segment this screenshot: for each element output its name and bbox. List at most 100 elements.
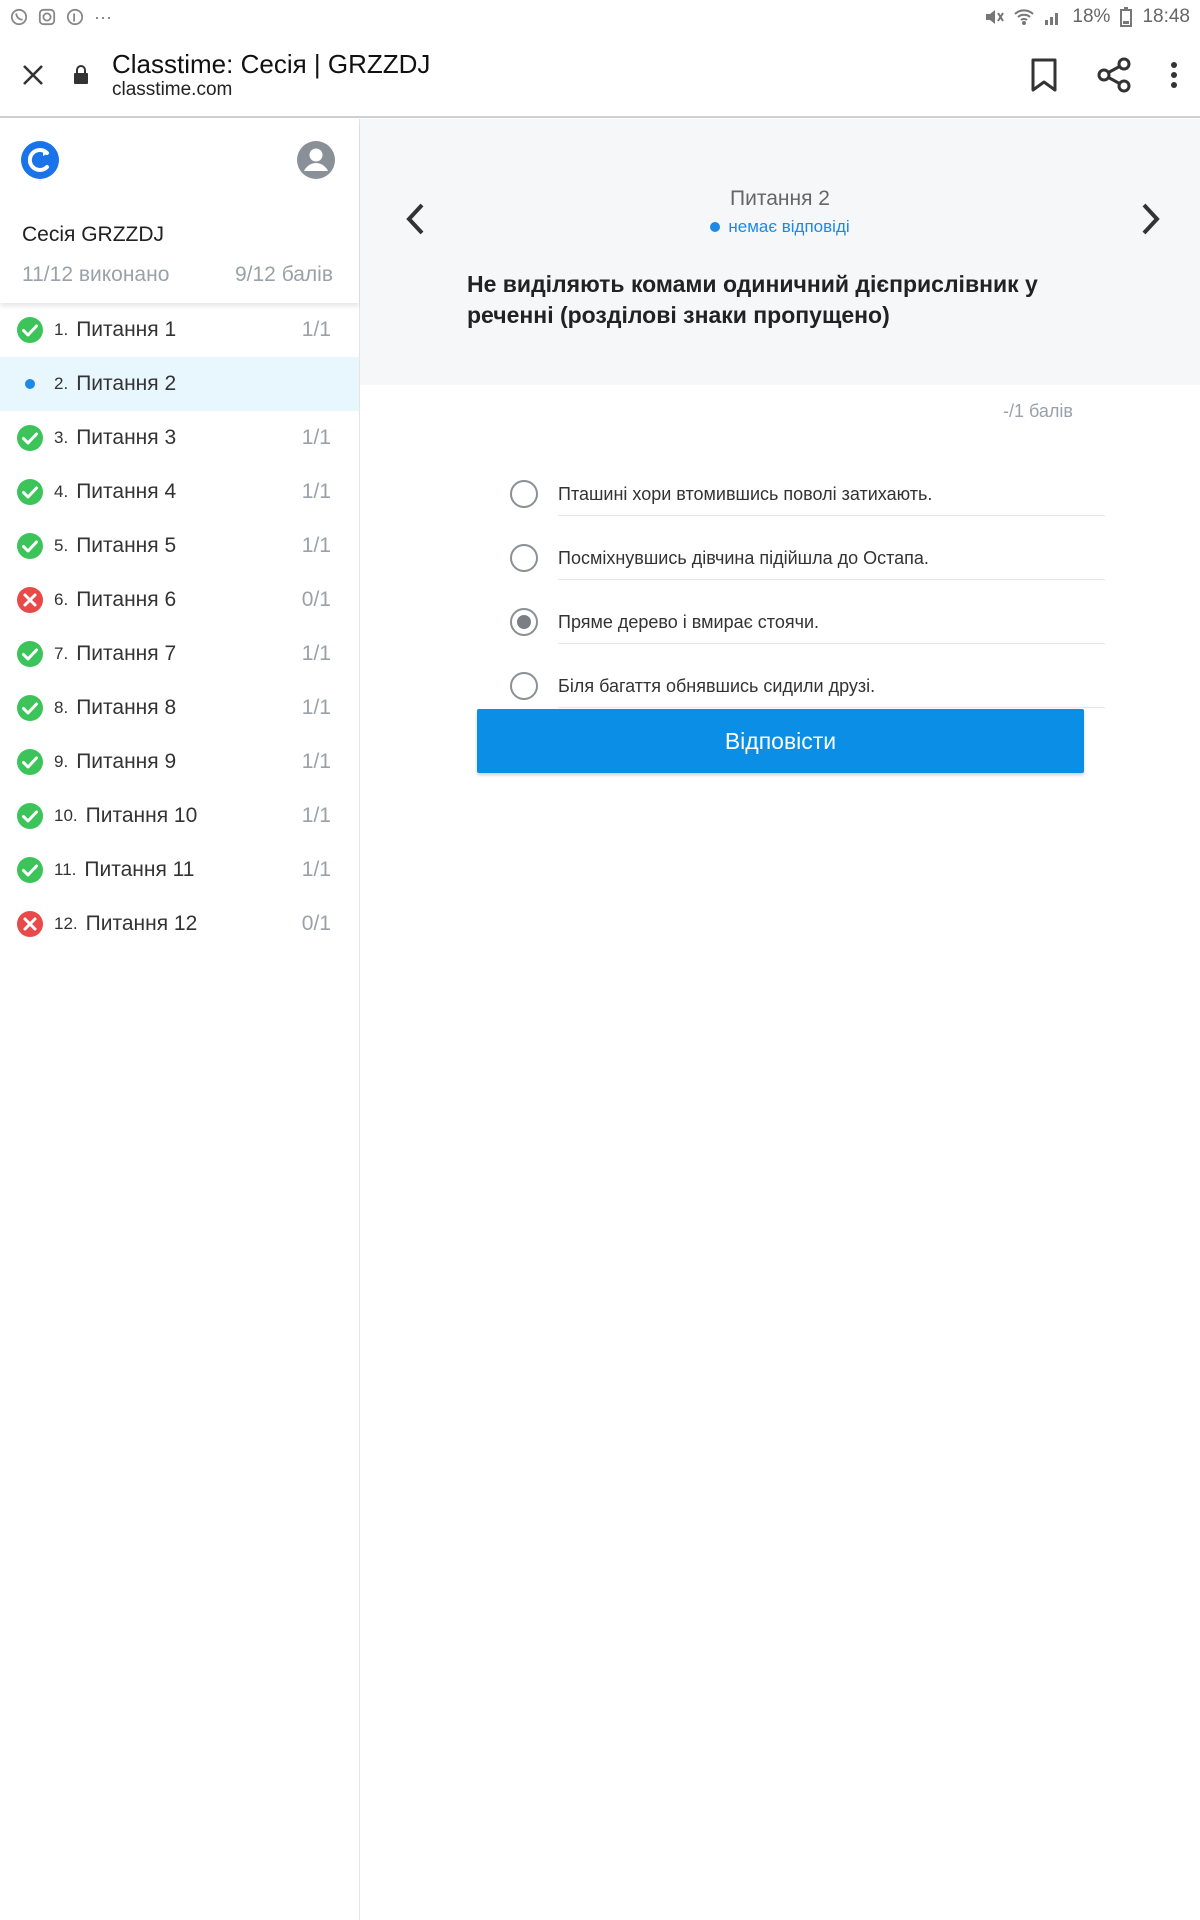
close-tab-button[interactable] [0,33,66,117]
question-score: 1/1 [301,858,331,881]
question-panel: Питання 2 немає відповіді Не виділяють к… [360,119,1200,1920]
answer-option[interactable]: Посміхнувшись дівчина підійшла до Остапа… [510,526,1105,590]
session-progress: 11/12 виконано 9/12 балів [22,263,333,287]
session-name: Сесія GRZZDJ [22,223,165,246]
option-text: Біля багаття обнявшись сидили друзі. [558,664,1105,708]
question-number: 4. [54,482,69,501]
status-bar: ··· 18% 18:48 [0,0,1200,34]
question-score: 1/1 [301,318,331,341]
question-score: 1/1 [301,750,331,773]
more-vert-icon[interactable] [1170,61,1178,89]
question-label: Питання 10 [85,804,198,827]
answer-option[interactable]: Пташині хори втомившись поволі затихають… [510,462,1105,526]
answer-options: Пташині хори втомившись поволі затихають… [510,462,1105,718]
status-left: ··· [10,7,112,28]
check-circle-icon [16,748,44,776]
option-text: Пташині хори втомившись поволі затихають… [558,472,1105,516]
question-number: 3. [54,428,69,447]
question-header: Питання 2 немає відповіді Не виділяють к… [360,119,1200,385]
secure-lock [66,65,96,85]
radio-button[interactable] [510,544,538,572]
question-item[interactable]: 6. Питання 6 0/1 [0,573,359,627]
current-dot-icon [16,370,44,398]
question-item[interactable]: 11. Питання 11 1/1 [0,843,359,897]
question-score: 1/1 [301,534,331,557]
question-item-current[interactable]: 2. Питання 2 [0,357,359,411]
question-number: 1. [54,320,69,339]
radio-button[interactable] [510,672,538,700]
question-label: Питання 2 [76,372,177,395]
question-item[interactable]: 3. Питання 3 1/1 [0,411,359,465]
total-score: 9/12 балів [234,263,333,286]
question-number: 9. [54,752,69,771]
wifi-icon [1014,9,1035,25]
question-label: Питання 7 [76,642,177,665]
question-label: Питання 1 [76,318,177,341]
signal-icon [1045,13,1059,25]
page-url: classtime.com [112,79,233,100]
battery-level: 18% [1072,6,1111,27]
mute-icon [986,10,1005,24]
answer-state-label: немає відповіді [728,217,850,236]
next-question-button[interactable] [1129,197,1173,241]
classtime-logo-icon [21,141,59,179]
page-title: Classtime: Сесія | GRZZDJ [112,49,431,79]
classtime-logo[interactable] [20,140,60,185]
radio-button-checked[interactable] [510,608,538,636]
question-item[interactable]: 1. Питання 1 1/1 [0,303,359,357]
check-circle-icon [16,856,44,884]
option-text: Посміхнувшись дівчина підійшла до Остапа… [558,536,1105,580]
question-label: Питання 8 [76,696,177,719]
instagram-icon [38,8,56,26]
question-score: 1/1 [301,804,331,827]
question-label: Питання 5 [76,534,177,557]
question-item[interactable]: 5. Питання 5 1/1 [0,519,359,573]
question-item[interactable]: 7. Питання 7 1/1 [0,627,359,681]
question-label: Питання 3 [76,426,177,449]
lock-icon [74,65,88,84]
check-circle-icon [16,532,44,560]
question-item[interactable]: 9. Питання 9 1/1 [0,735,359,789]
answer-option-selected[interactable]: Пряме дерево і вмирає стоячи. [510,590,1105,654]
question-label: Питання 4 [76,480,177,503]
session-summary: Сесія GRZZDJ 11/12 виконано 9/12 балів [0,119,359,303]
question-score: 1/1 [301,480,331,503]
question-score: 0/1 [301,912,331,935]
cross-circle-icon [16,910,44,938]
question-label: Питання 6 [76,588,177,611]
question-score: 1/1 [301,696,331,719]
question-label: Питання 11 [84,858,195,881]
share-icon[interactable] [1096,57,1132,93]
chevron-right-icon [1142,203,1160,235]
check-circle-icon [16,640,44,668]
address-block[interactable]: Classtime: Сесія | GRZZDJ classtime.com [112,49,1030,101]
question-item[interactable]: 10. Питання 10 1/1 [0,789,359,843]
viber-icon [10,8,28,26]
question-item[interactable]: 8. Питання 8 1/1 [0,681,359,735]
question-number: 5. [54,536,69,555]
question-title: Питання 2 [730,187,830,210]
question-score: 1/1 [301,426,331,449]
question-number: 8. [54,698,69,717]
question-score: 0/1 [301,588,331,611]
sidebar: Сесія GRZZDJ 11/12 виконано 9/12 балів 1… [0,119,360,1920]
question-item[interactable]: 4. Питання 4 1/1 [0,465,359,519]
browser-actions [1030,57,1200,93]
question-points: -/1 балів [1003,401,1073,421]
profile-button[interactable] [296,140,336,185]
browser-bar: Classtime: Сесія | GRZZDJ classtime.com [0,34,1200,118]
clock: 18:48 [1142,6,1190,27]
cross-circle-icon [16,586,44,614]
bookmark-icon[interactable] [1030,58,1058,92]
question-number: 10. [54,806,78,825]
question-number: 2. [54,374,69,393]
check-circle-icon [16,424,44,452]
close-icon [23,65,43,85]
radio-button[interactable] [510,480,538,508]
question-item[interactable]: 12. Питання 12 0/1 [0,897,359,951]
question-number: 6. [54,590,69,609]
pinterest-icon [66,8,84,26]
question-text: Не виділяють комами одиничний дієприслів… [467,271,1038,328]
submit-answer-button[interactable]: Відповісти [477,709,1084,773]
answer-state: немає відповіді [360,217,1200,237]
